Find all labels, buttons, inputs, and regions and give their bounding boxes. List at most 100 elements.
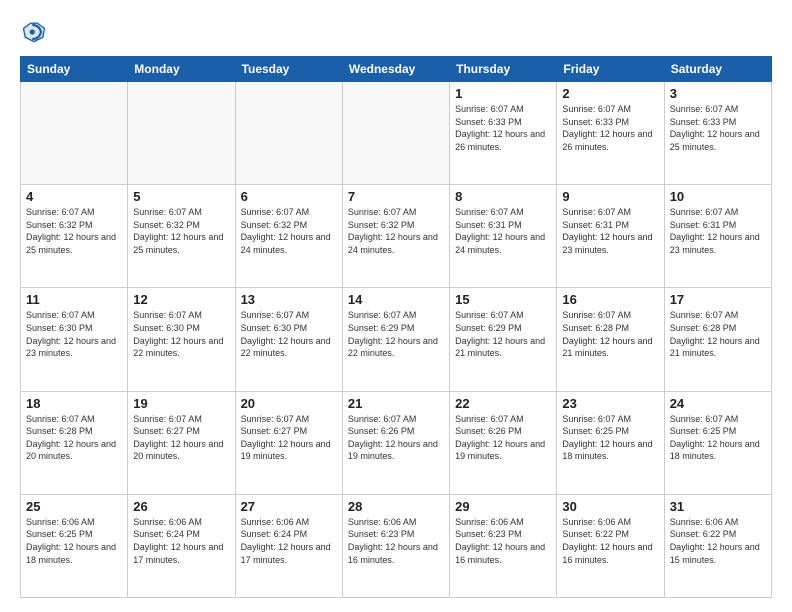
day-info: Sunrise: 6:07 AM Sunset: 6:32 PM Dayligh… <box>26 206 122 256</box>
day-cell: 7 Sunrise: 6:07 AM Sunset: 6:32 PM Daylig… <box>342 185 449 288</box>
day-number: 8 <box>455 189 551 204</box>
weekday-saturday: Saturday <box>664 57 771 82</box>
day-info: Sunrise: 6:07 AM Sunset: 6:29 PM Dayligh… <box>348 309 444 359</box>
day-number: 2 <box>562 86 658 101</box>
day-info: Sunrise: 6:06 AM Sunset: 6:24 PM Dayligh… <box>241 516 337 566</box>
day-cell: 15 Sunrise: 6:07 AM Sunset: 6:29 PM Dayli… <box>450 288 557 391</box>
day-number: 9 <box>562 189 658 204</box>
day-cell: 25 Sunrise: 6:06 AM Sunset: 6:25 PM Dayli… <box>21 494 128 597</box>
day-number: 5 <box>133 189 229 204</box>
day-cell: 17Sunrise: 6:07 AM Sunset: 6:28 PM Dayli… <box>664 288 771 391</box>
day-number: 4 <box>26 189 122 204</box>
day-cell: 23 Sunrise: 6:07 AM Sunset: 6:25 PM Dayli… <box>557 391 664 494</box>
week-row-4: 25 Sunrise: 6:06 AM Sunset: 6:25 PM Dayli… <box>21 494 772 597</box>
day-info: Sunrise: 6:07 AM Sunset: 6:27 PM Dayligh… <box>133 413 229 463</box>
weekday-wednesday: Wednesday <box>342 57 449 82</box>
day-number: 29 <box>455 499 551 514</box>
day-cell: 3 Sunrise: 6:07 AM Sunset: 6:33 PM Daylig… <box>664 82 771 185</box>
day-cell <box>21 82 128 185</box>
day-number: 25 <box>26 499 122 514</box>
day-cell: 11 Sunrise: 6:07 AM Sunset: 6:30 PM Dayli… <box>21 288 128 391</box>
day-info: Sunrise: 6:06 AM Sunset: 6:23 PM Dayligh… <box>455 516 551 566</box>
day-info: Sunrise: 6:06 AM Sunset: 6:23 PM Dayligh… <box>348 516 444 566</box>
week-row-3: 18Sunrise: 6:07 AM Sunset: 6:28 PM Dayli… <box>21 391 772 494</box>
day-number: 3 <box>670 86 766 101</box>
day-number: 22 <box>455 396 551 411</box>
day-cell: 29 Sunrise: 6:06 AM Sunset: 6:23 PM Dayli… <box>450 494 557 597</box>
day-info: Sunrise: 6:06 AM Sunset: 6:22 PM Dayligh… <box>670 516 766 566</box>
day-info: Sunrise: 6:07 AM Sunset: 6:32 PM Dayligh… <box>348 206 444 256</box>
day-cell: 10Sunrise: 6:07 AM Sunset: 6:31 PM Dayli… <box>664 185 771 288</box>
day-cell: 27Sunrise: 6:06 AM Sunset: 6:24 PM Dayli… <box>235 494 342 597</box>
day-info: Sunrise: 6:07 AM Sunset: 6:25 PM Dayligh… <box>562 413 658 463</box>
day-info: Sunrise: 6:07 AM Sunset: 6:27 PM Dayligh… <box>241 413 337 463</box>
day-cell: 18Sunrise: 6:07 AM Sunset: 6:28 PM Dayli… <box>21 391 128 494</box>
day-cell: 20Sunrise: 6:07 AM Sunset: 6:27 PM Dayli… <box>235 391 342 494</box>
day-cell <box>235 82 342 185</box>
day-number: 16 <box>562 292 658 307</box>
day-cell <box>342 82 449 185</box>
day-cell: 28 Sunrise: 6:06 AM Sunset: 6:23 PM Dayli… <box>342 494 449 597</box>
day-number: 6 <box>241 189 337 204</box>
day-number: 30 <box>562 499 658 514</box>
day-info: Sunrise: 6:07 AM Sunset: 6:31 PM Dayligh… <box>455 206 551 256</box>
day-number: 26 <box>133 499 229 514</box>
day-cell: 9 Sunrise: 6:07 AM Sunset: 6:31 PM Daylig… <box>557 185 664 288</box>
page: SundayMondayTuesdayWednesdayThursdayFrid… <box>0 0 792 612</box>
day-cell: 24 Sunrise: 6:07 AM Sunset: 6:25 PM Dayli… <box>664 391 771 494</box>
day-info: Sunrise: 6:07 AM Sunset: 6:25 PM Dayligh… <box>670 413 766 463</box>
day-number: 11 <box>26 292 122 307</box>
day-cell: 22Sunrise: 6:07 AM Sunset: 6:26 PM Dayli… <box>450 391 557 494</box>
weekday-monday: Monday <box>128 57 235 82</box>
day-number: 12 <box>133 292 229 307</box>
week-row-2: 11 Sunrise: 6:07 AM Sunset: 6:30 PM Dayli… <box>21 288 772 391</box>
day-info: Sunrise: 6:07 AM Sunset: 6:33 PM Dayligh… <box>455 103 551 153</box>
day-number: 7 <box>348 189 444 204</box>
day-cell: 6Sunrise: 6:07 AM Sunset: 6:32 PM Daylig… <box>235 185 342 288</box>
header <box>20 18 772 46</box>
day-info: Sunrise: 6:06 AM Sunset: 6:24 PM Dayligh… <box>133 516 229 566</box>
weekday-thursday: Thursday <box>450 57 557 82</box>
logo-icon <box>20 18 48 46</box>
day-cell: 4 Sunrise: 6:07 AM Sunset: 6:32 PM Daylig… <box>21 185 128 288</box>
day-number: 28 <box>348 499 444 514</box>
day-number: 23 <box>562 396 658 411</box>
day-info: Sunrise: 6:06 AM Sunset: 6:25 PM Dayligh… <box>26 516 122 566</box>
day-info: Sunrise: 6:07 AM Sunset: 6:31 PM Dayligh… <box>670 206 766 256</box>
day-cell: 14 Sunrise: 6:07 AM Sunset: 6:29 PM Dayli… <box>342 288 449 391</box>
weekday-header-row: SundayMondayTuesdayWednesdayThursdayFrid… <box>21 57 772 82</box>
week-row-0: 1Sunrise: 6:07 AM Sunset: 6:33 PM Daylig… <box>21 82 772 185</box>
day-number: 21 <box>348 396 444 411</box>
day-cell: 2 Sunrise: 6:07 AM Sunset: 6:33 PM Daylig… <box>557 82 664 185</box>
day-cell: 13Sunrise: 6:07 AM Sunset: 6:30 PM Dayli… <box>235 288 342 391</box>
day-cell: 1Sunrise: 6:07 AM Sunset: 6:33 PM Daylig… <box>450 82 557 185</box>
day-info: Sunrise: 6:07 AM Sunset: 6:31 PM Dayligh… <box>562 206 658 256</box>
weekday-tuesday: Tuesday <box>235 57 342 82</box>
day-cell: 30 Sunrise: 6:06 AM Sunset: 6:22 PM Dayli… <box>557 494 664 597</box>
day-cell: 12 Sunrise: 6:07 AM Sunset: 6:30 PM Dayli… <box>128 288 235 391</box>
week-row-1: 4 Sunrise: 6:07 AM Sunset: 6:32 PM Daylig… <box>21 185 772 288</box>
day-number: 24 <box>670 396 766 411</box>
day-cell: 21Sunrise: 6:07 AM Sunset: 6:26 PM Dayli… <box>342 391 449 494</box>
day-info: Sunrise: 6:06 AM Sunset: 6:22 PM Dayligh… <box>562 516 658 566</box>
day-cell: 5 Sunrise: 6:07 AM Sunset: 6:32 PM Daylig… <box>128 185 235 288</box>
day-info: Sunrise: 6:07 AM Sunset: 6:32 PM Dayligh… <box>133 206 229 256</box>
day-cell: 19Sunrise: 6:07 AM Sunset: 6:27 PM Dayli… <box>128 391 235 494</box>
day-info: Sunrise: 6:07 AM Sunset: 6:28 PM Dayligh… <box>670 309 766 359</box>
day-info: Sunrise: 6:07 AM Sunset: 6:28 PM Dayligh… <box>562 309 658 359</box>
day-cell: 8 Sunrise: 6:07 AM Sunset: 6:31 PM Daylig… <box>450 185 557 288</box>
day-cell <box>128 82 235 185</box>
day-info: Sunrise: 6:07 AM Sunset: 6:30 PM Dayligh… <box>26 309 122 359</box>
day-info: Sunrise: 6:07 AM Sunset: 6:33 PM Dayligh… <box>562 103 658 153</box>
day-info: Sunrise: 6:07 AM Sunset: 6:33 PM Dayligh… <box>670 103 766 153</box>
calendar-table: SundayMondayTuesdayWednesdayThursdayFrid… <box>20 56 772 598</box>
day-cell: 26 Sunrise: 6:06 AM Sunset: 6:24 PM Dayli… <box>128 494 235 597</box>
day-number: 31 <box>670 499 766 514</box>
day-info: Sunrise: 6:07 AM Sunset: 6:30 PM Dayligh… <box>133 309 229 359</box>
weekday-friday: Friday <box>557 57 664 82</box>
logo <box>20 18 52 46</box>
day-number: 14 <box>348 292 444 307</box>
day-number: 15 <box>455 292 551 307</box>
day-info: Sunrise: 6:07 AM Sunset: 6:29 PM Dayligh… <box>455 309 551 359</box>
day-cell: 16 Sunrise: 6:07 AM Sunset: 6:28 PM Dayli… <box>557 288 664 391</box>
